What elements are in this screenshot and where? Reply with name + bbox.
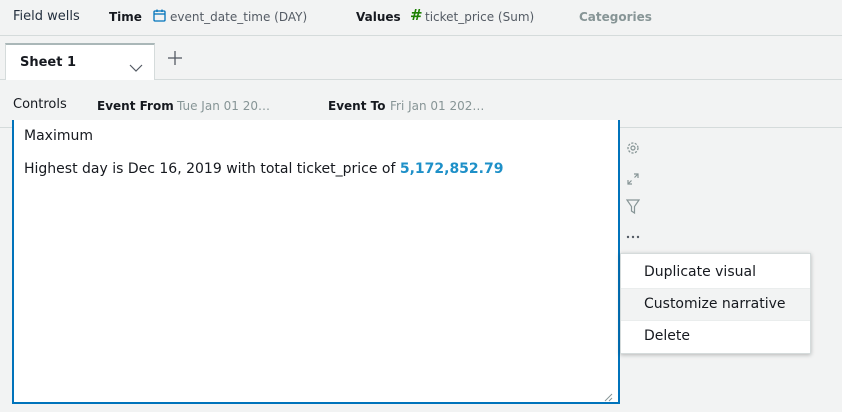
visual-title: Maximum (24, 128, 93, 144)
narrative-visual[interactable]: Maximum Highest day is Dec 16, 2019 with… (12, 120, 620, 404)
controls-title[interactable]: Controls (13, 97, 67, 112)
add-sheet-icon[interactable] (166, 49, 184, 67)
field-wells-bar: Field wells Time event_date_time (DAY) V… (0, 0, 842, 36)
tab-label: Sheet 1 (20, 55, 77, 70)
filter-icon[interactable] (624, 198, 642, 216)
menu-item-delete[interactable]: Delete (621, 321, 810, 352)
expand-icon[interactable] (624, 170, 642, 188)
gear-icon[interactable] (624, 139, 642, 157)
event-to-label: Event To (328, 99, 386, 113)
calendar-icon (153, 9, 166, 22)
event-from-value[interactable]: Tue Jan 01 20… (177, 99, 270, 113)
tab-sheet-1[interactable]: Sheet 1 (5, 43, 155, 80)
time-well-label: Time (109, 10, 142, 24)
chevron-down-icon[interactable] (129, 58, 143, 72)
more-options-icon[interactable] (624, 228, 642, 246)
resize-handle-icon[interactable] (603, 387, 613, 402)
visual-context-menu: Duplicate visual Customize narrative Del… (620, 253, 811, 354)
menu-item-customize-narrative[interactable]: Customize narrative (621, 289, 810, 320)
field-wells-title[interactable]: Field wells (13, 9, 80, 24)
menu-item-duplicate-visual[interactable]: Duplicate visual (621, 257, 810, 288)
categories-well-label[interactable]: Categories (579, 10, 652, 24)
narrative-text: Highest day is Dec 16, 2019 with total t… (24, 161, 503, 177)
narrative-prefix: Highest day is Dec 16, 2019 with total t… (24, 161, 400, 177)
values-well-label: Values (356, 10, 401, 24)
event-from-label: Event From (97, 99, 174, 113)
hash-icon: # (410, 6, 423, 24)
sheet-tab-bar: Sheet 1 (0, 40, 842, 80)
values-field-pill[interactable]: ticket_price (Sum) (425, 10, 534, 24)
time-field-pill[interactable]: event_date_time (DAY) (170, 10, 307, 24)
narrative-value: 5,172,852.79 (399, 161, 504, 177)
event-to-value[interactable]: Fri Jan 01 202… (390, 99, 484, 113)
